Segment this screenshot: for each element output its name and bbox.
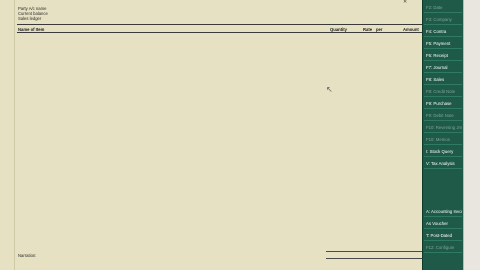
sidebar-item-credit-note[interactable]: F8: Credit Note [424,87,462,97]
sidebar-item-receipt[interactable]: F6: Receipt [424,51,462,61]
window-right-edge [463,0,480,270]
voucher-entry-area: ✕ Party A/c name Current balance Sales l… [0,0,422,270]
button-bar: F2: Date F3: Company F4: Contra F5: Paym… [422,0,463,270]
total-rule-top [326,251,422,252]
table-header-top-rule [17,24,422,25]
sidebar-item-as-voucher[interactable]: As Voucher [424,219,462,229]
sales-ledger-label[interactable]: Sales ledger [18,16,41,21]
table-header-bottom-rule [17,32,422,33]
sidebar-item-memos[interactable]: F10: Memos [424,135,462,145]
sidebar-item-accounting-invoice[interactable]: A: Accounting Invoice [424,207,462,217]
sidebar-item-post-dated[interactable]: T: Post-Dated [424,231,462,241]
sidebar-item-configure[interactable]: F12: Configure [424,243,462,253]
narration-label[interactable]: Narration: [18,253,36,258]
sidebar-item-purchase[interactable]: F9: Purchase [424,99,462,109]
sidebar-item-tax-analysis[interactable]: V: Tax Analysis [424,159,462,169]
sidebar-item-payment[interactable]: F5: Payment [424,39,462,49]
left-divider [14,0,15,270]
sidebar-item-stock-query[interactable]: I: Stock Query [424,147,462,157]
total-rule-bottom [326,258,422,259]
sidebar-item-journal[interactable]: F7: Journal [424,63,462,73]
sidebar-item-reversing[interactable]: F10: Reversing Jrnl [424,123,462,133]
mouse-cursor-icon: ↖ [326,85,333,94]
close-icon[interactable]: ✕ [403,0,407,5]
sidebar-item-debit-note[interactable]: F9: Debit Note [424,111,462,121]
sidebar-item-date[interactable]: F2: Date [424,3,462,13]
sidebar-item-company[interactable]: F3: Company [424,15,462,25]
sidebar-item-sales[interactable]: F8: Sales [424,75,462,85]
sidebar-item-contra[interactable]: F4: Contra [424,27,462,37]
